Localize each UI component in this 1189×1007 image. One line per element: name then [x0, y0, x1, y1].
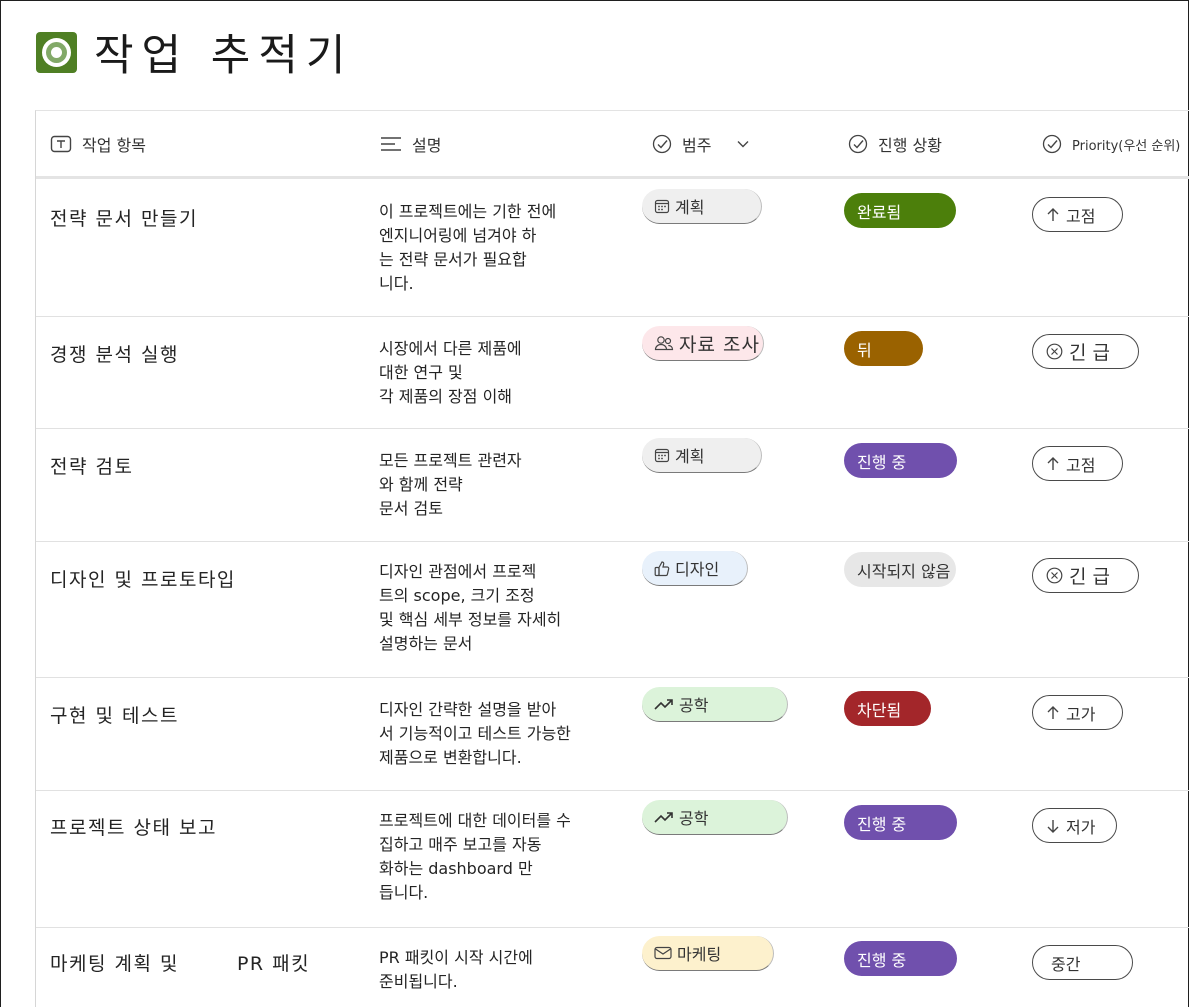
table-row[interactable]: 경쟁 분석 실행 시장에서 다른 제품에 대한 연구 및 각 제품의 장점 이해… [36, 317, 1189, 429]
text-field-icon [50, 135, 72, 153]
circle-x-icon [1046, 567, 1063, 584]
status-label: 진행 중 [857, 452, 907, 472]
priority-tag[interactable]: 고가 [1032, 695, 1123, 730]
arrow-down-icon [1046, 818, 1060, 834]
chevron-down-icon[interactable] [737, 140, 749, 148]
choice-check-icon [848, 134, 868, 154]
arrow-up-icon [1046, 456, 1060, 472]
task-description: 이 프로젝트에는 기한 전에 엔지니어링에 넘겨야 하 는 전략 문서가 필요합… [379, 202, 557, 293]
priority-tag[interactable]: 저가 [1032, 808, 1117, 843]
priority-label: 긴 급 [1069, 566, 1110, 588]
category-label: 마케팅 [677, 945, 722, 964]
priority-tag[interactable]: 고점 [1032, 197, 1123, 232]
trend-up-icon [654, 697, 674, 711]
table-header: 작업 항목 설명 범주 진행 상황 Priority(우선 순위) [36, 111, 1189, 179]
thumbs-up-icon [654, 560, 670, 577]
column-header-priority-label: Priority(우선 순위) [1072, 138, 1181, 154]
column-header-task-label: 작업 항목 [82, 136, 146, 155]
multiline-text-icon [380, 136, 402, 152]
mail-icon [654, 946, 672, 960]
category-label: 공학 [679, 696, 709, 715]
status-label: 완료됨 [857, 202, 902, 222]
choice-check-icon [652, 134, 672, 154]
column-header-category-label: 범주 [682, 136, 712, 155]
choice-check-icon [1042, 134, 1062, 154]
category-label: 공학 [679, 809, 709, 828]
status-badge[interactable]: 진행 중 [844, 443, 957, 478]
category-label: 자료 조사 [679, 333, 760, 356]
status-label: 진행 중 [857, 950, 907, 970]
status-badge[interactable]: 차단됨 [844, 691, 931, 726]
table-row[interactable]: 전략 검토 모든 프로젝트 관련자 와 함께 전략 문서 검토 계획 진행 중 … [36, 429, 1189, 542]
column-header-status[interactable]: 진행 상황 [848, 111, 942, 177]
priority-label: 중간 [1051, 954, 1081, 974]
status-label: 진행 중 [857, 814, 907, 834]
category-tag[interactable]: 디자인 [642, 551, 748, 586]
status-badge[interactable]: 시작되지 않음 [844, 552, 956, 587]
column-header-task[interactable]: 작업 항목 [50, 111, 146, 177]
task-name: 전략 검토 [50, 456, 134, 478]
task-name-part1: 마케팅 계획 및 [50, 953, 179, 975]
priority-label: 고점 [1066, 206, 1096, 226]
table-row[interactable]: 디자인 및 프로토타입 디자인 관점에서 프로젝 트의 scope, 크기 조정… [36, 542, 1189, 678]
trend-up-icon [654, 810, 674, 824]
calendar-icon [654, 447, 670, 463]
category-tag[interactable]: 계획 [642, 438, 762, 473]
task-name: 프로젝트 상태 보고 [50, 817, 217, 839]
category-label: 계획 [675, 198, 705, 217]
task-description: 프로젝트에 대한 데이터를 수 집하고 매주 보고를 자동 화하는 dashbo… [379, 811, 571, 902]
status-label: 뒤 [857, 340, 872, 360]
calendar-icon [654, 198, 670, 214]
category-label: 계획 [675, 447, 705, 466]
arrow-up-icon [1046, 705, 1060, 721]
status-badge[interactable]: 완료됨 [844, 193, 956, 228]
priority-label: 고점 [1066, 455, 1096, 475]
circle-x-icon [1046, 343, 1063, 360]
column-header-status-label: 진행 상황 [878, 136, 942, 155]
priority-label: 긴 급 [1069, 342, 1110, 364]
task-description: PR 패킷이 시작 시간에 준비됩니다. [379, 948, 533, 991]
priority-tag[interactable]: 긴 급 [1032, 334, 1139, 369]
category-tag[interactable]: 계획 [642, 189, 762, 224]
target-icon [36, 31, 77, 73]
task-name: 마케팅 계획 및 PR 패킷 [50, 949, 310, 976]
category-tag[interactable]: 마케팅 [642, 936, 774, 971]
task-description: 시장에서 다른 제품에 대한 연구 및 각 제품의 장점 이해 [379, 339, 522, 406]
task-name-part2: PR 패킷 [236, 953, 311, 975]
task-name: 디자인 및 프로토타입 [50, 569, 236, 591]
table-row[interactable]: 구현 및 테스트 디자인 간략한 설명을 받아 서 기능적이고 테스트 가능한 … [36, 678, 1189, 791]
column-header-description[interactable]: 설명 [380, 111, 441, 177]
priority-label: 저가 [1066, 817, 1096, 837]
category-label: 디자인 [675, 560, 720, 579]
task-name: 경쟁 분석 실행 [50, 344, 179, 366]
table-row[interactable]: 전략 문서 만들기 이 프로젝트에는 기한 전에 엔지니어링에 넘겨야 하 는 … [36, 179, 1189, 317]
table-row[interactable]: 프로젝트 상태 보고 프로젝트에 대한 데이터를 수 집하고 매주 보고를 자동… [36, 791, 1189, 928]
page-title: 작업 추적기 [94, 31, 354, 81]
status-badge[interactable]: 진행 중 [844, 805, 957, 840]
priority-tag[interactable]: 중간 [1032, 945, 1133, 980]
column-header-category[interactable]: 범주 [652, 111, 749, 177]
priority-tag[interactable]: 긴 급 [1032, 558, 1139, 593]
status-badge[interactable]: 뒤 [844, 331, 923, 366]
task-name: 전략 문서 만들기 [50, 208, 198, 230]
people-icon [654, 335, 674, 351]
task-table: 작업 항목 설명 범주 진행 상황 Priority(우선 순위) 전략 문서 … [35, 110, 1189, 1007]
column-header-description-label: 설명 [412, 136, 442, 155]
category-tag[interactable]: 공학 [642, 687, 788, 722]
status-label: 시작되지 않음 [857, 561, 951, 581]
title-bar: 작업 추적기 [36, 22, 353, 82]
status-badge[interactable]: 진행 중 [844, 941, 957, 976]
category-tag[interactable]: 자료 조사 [642, 326, 764, 361]
arrow-up-icon [1046, 207, 1060, 223]
priority-tag[interactable]: 고점 [1032, 446, 1123, 481]
category-tag[interactable]: 공학 [642, 800, 788, 835]
column-header-priority[interactable]: Priority(우선 순위) [1042, 111, 1180, 177]
task-description: 디자인 관점에서 프로젝 트의 scope, 크기 조정 및 핵심 세부 정보를… [379, 562, 562, 653]
table-row[interactable]: 마케팅 계획 및 PR 패킷 PR 패킷이 시작 시간에 준비됩니다. 마케팅 진… [36, 928, 1189, 1007]
priority-label: 고가 [1066, 704, 1096, 724]
task-description: 디자인 간략한 설명을 받아 서 기능적이고 테스트 가능한 제품으로 변환합니… [379, 700, 571, 767]
status-label: 차단됨 [857, 700, 902, 720]
task-description: 모든 프로젝트 관련자 와 함께 전략 문서 검토 [379, 451, 522, 518]
task-name: 구현 및 테스트 [50, 705, 179, 727]
